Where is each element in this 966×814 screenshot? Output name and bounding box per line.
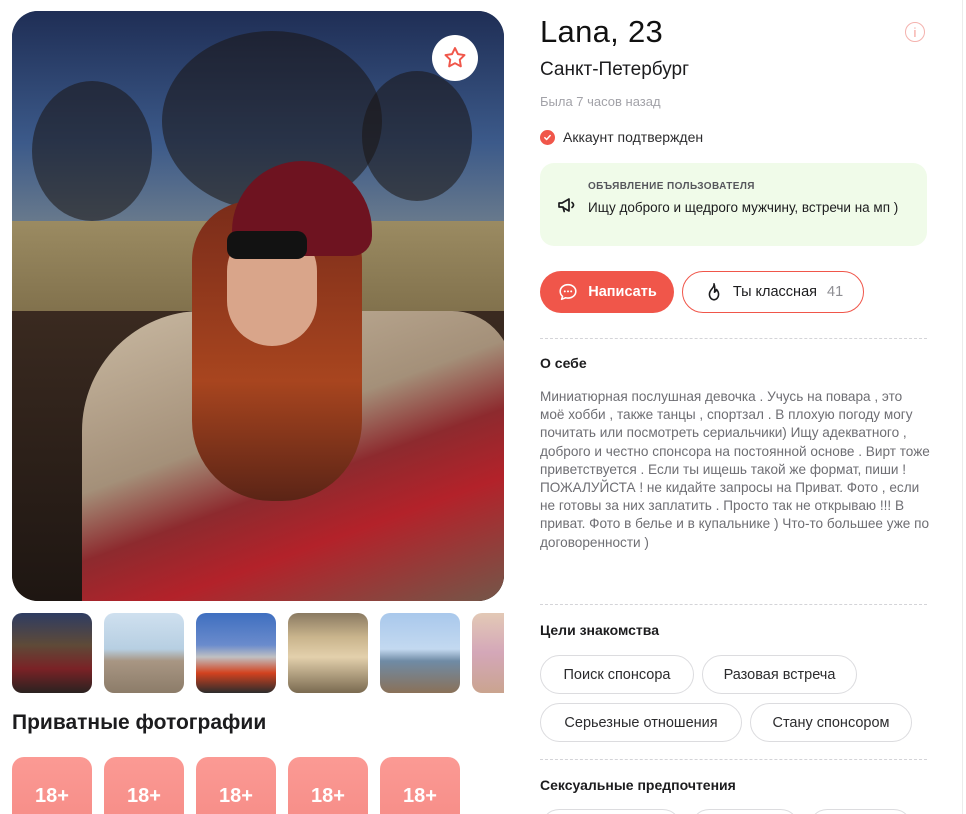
verified-label: Аккаунт подтвержден [563,129,704,145]
preferences-title: Сексуальные предпочтения [540,777,736,793]
user-announcement: ОБЪЯВЛЕНИЕ ПОЛЬЗОВАТЕЛЯ Ищу доброго и ще… [540,163,927,246]
compliment-count: 41 [827,284,844,300]
photo-thumbnail[interactable] [380,613,460,693]
goal-chip[interactable]: Стану спонсором [750,703,912,742]
megaphone-icon [558,198,575,213]
scrollbar-track[interactable] [962,0,963,814]
divider [540,338,927,339]
photo-thumbnail[interactable] [472,613,504,693]
photo-thumbnail[interactable] [288,613,368,693]
info-icon[interactable]: i [905,22,925,42]
main-profile-photo[interactable] [12,11,504,601]
private-photo-tile[interactable]: 18+ [288,757,368,814]
profile-city: Санкт-Петербург [540,59,690,80]
flame-icon [708,282,720,301]
last-seen-status: Была 7 часов назад [540,94,661,109]
divider [540,604,927,605]
preference-chip[interactable] [690,809,800,814]
private-photo-tile[interactable]: 18+ [380,757,460,814]
private-photo-tile[interactable]: 18+ [196,757,276,814]
profile-name-age: Lana, 23 [540,14,664,49]
photo-tree [362,71,472,201]
photo-thumbnails [12,613,504,693]
goal-chip[interactable]: Серьезные отношения [540,703,742,742]
photo-thumbnail[interactable] [104,613,184,693]
private-photo-tile[interactable]: 18+ [12,757,92,814]
compliment-label: Ты классная [732,284,817,300]
goals-title: Цели знакомства [540,622,659,638]
about-text: Миниатюрная послушная девочка . Учусь на… [540,389,930,550]
private-photos-title: Приватные фотографии [12,711,267,734]
photo-thumbnail[interactable] [12,613,92,693]
divider [540,759,927,760]
goal-chip[interactable]: Поиск спонсора [540,655,694,694]
preference-chip[interactable] [540,809,682,814]
favorite-button[interactable] [432,35,478,81]
verified-badge: Аккаунт подтвержден [540,129,703,145]
private-photos-list: 18+ 18+ 18+ 18+ 18+ [12,757,504,814]
goal-chip[interactable]: Разовая встреча [702,655,857,694]
compliment-button[interactable]: Ты классная 41 [682,271,864,313]
photo-sunglasses [227,231,307,259]
chat-bubble-icon [559,283,577,301]
check-circle-icon [540,129,555,145]
photo-thumbnail[interactable] [196,613,276,693]
private-photo-tile[interactable]: 18+ [104,757,184,814]
photo-tree [32,81,152,221]
announcement-label: ОБЪЯВЛЕНИЕ ПОЛЬЗОВАТЕЛЯ [588,181,755,192]
announcement-text: Ищу доброго и щедрого мужчину, встречи н… [588,200,899,215]
write-message-button[interactable]: Написать [540,271,674,313]
preference-chip[interactable] [808,809,913,814]
about-title: О себе [540,355,587,371]
star-icon [444,47,466,68]
write-button-label: Написать [588,284,657,300]
